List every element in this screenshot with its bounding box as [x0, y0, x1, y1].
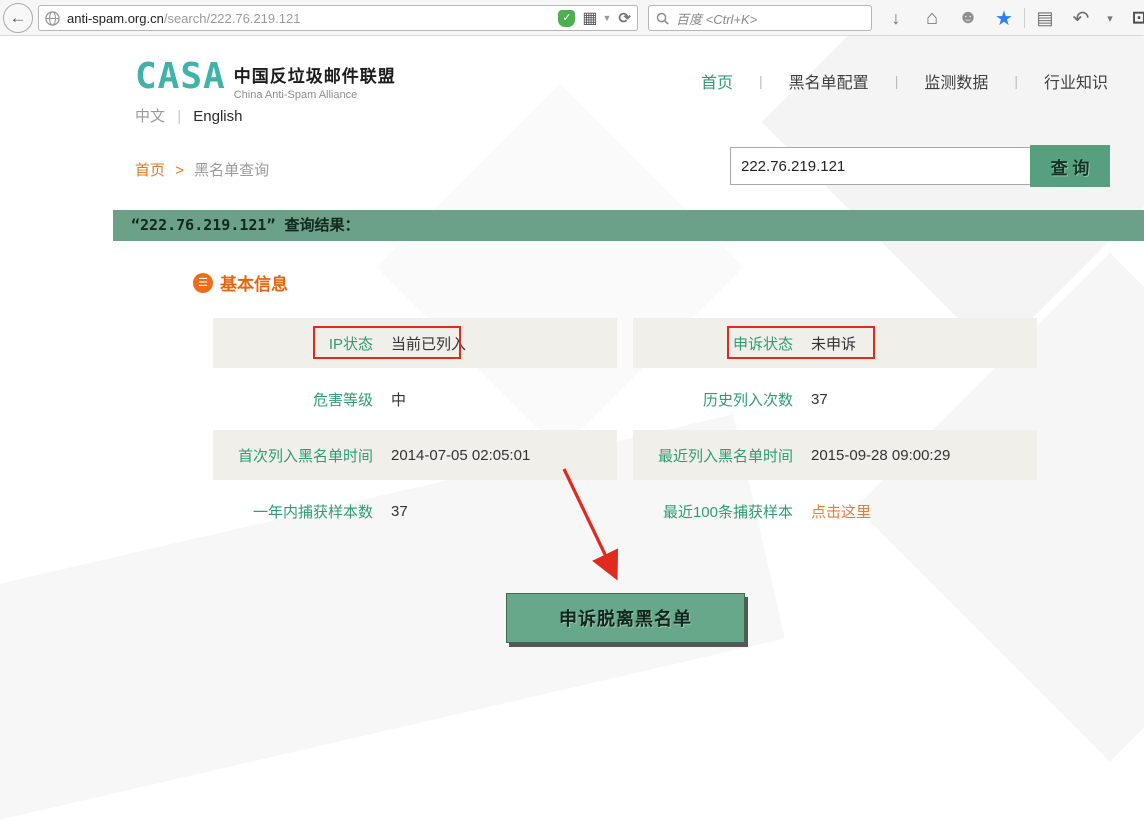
query-button[interactable]: 查 询	[1030, 145, 1110, 187]
info-label: 最近列入黑名单时间	[633, 445, 793, 466]
logo-caption: 中国反垃圾邮件联盟 China Anti-Spam Alliance	[234, 60, 396, 101]
basic-info-header: ☰ 基本信息	[193, 270, 288, 295]
nav-item-home[interactable]: 首页	[701, 69, 733, 93]
clipboard-icon[interactable]: ▤	[1027, 8, 1063, 29]
lang-chinese-link[interactable]: 中文	[135, 108, 165, 125]
language-switch: 中文 | English	[135, 105, 242, 126]
info-value: 2014-07-05 02:05:01	[391, 447, 530, 464]
lang-english-link[interactable]: English	[193, 108, 242, 125]
info-label: 首次列入黑名单时间	[213, 445, 373, 466]
search-icon	[656, 12, 669, 25]
info-value: 37	[811, 391, 828, 408]
info-label: 一年内捕获样本数	[213, 501, 373, 522]
logo-chinese-name: 中国反垃圾邮件联盟	[234, 62, 396, 87]
info-row-latest-100-samples: 最近100条捕获样本 点击这里	[633, 486, 1037, 536]
appeal-remove-blacklist-button[interactable]: 申诉脱离黑名单	[506, 593, 745, 643]
breadcrumb-home-link[interactable]: 首页	[135, 162, 165, 179]
info-value: 中	[391, 389, 406, 410]
info-label: 危害等级	[213, 389, 373, 410]
result-title-bar: “222.76.219.121” 查询结果：	[113, 210, 1144, 241]
chat-icon[interactable]: ☻	[950, 7, 986, 29]
browser-search-box[interactable]: 百度 <Ctrl+K>	[648, 5, 872, 31]
info-value: 37	[391, 503, 408, 520]
url-bar[interactable]: anti-spam.org.cn/search/222.76.219.121 ✓…	[38, 5, 638, 31]
qr-code-icon[interactable]: ▦	[582, 8, 597, 28]
nav-item-industry-knowledge[interactable]: 行业知识	[1044, 69, 1108, 93]
info-label: 最近100条捕获样本	[633, 501, 793, 522]
url-path: /search/222.76.219.121	[164, 11, 301, 26]
toolbar-separator	[1024, 8, 1025, 28]
breadcrumb-current: 黑名单查询	[194, 162, 269, 179]
toolbar-icons: ↓ ⌂ ☻ ★ ▤ ↶ ▾ ⊡	[878, 0, 1144, 36]
adblock-shield-icon[interactable]: ✓	[558, 10, 575, 27]
ip-query-input[interactable]	[730, 147, 1030, 185]
nav-item-blacklist-config[interactable]: 黑名单配置	[789, 69, 869, 93]
page-content: CASA 中国反垃圾邮件联盟 China Anti-Spam Alliance …	[0, 37, 1144, 658]
undo-icon[interactable]: ↶	[1063, 6, 1099, 31]
globe-icon	[45, 11, 60, 26]
back-button[interactable]: ←	[3, 3, 33, 33]
info-row-appeal-status: 申诉状态 未申诉	[633, 318, 1037, 368]
main-nav: 首页 | 黑名单配置 | 监测数据 | 行业知识	[701, 69, 1108, 93]
breadcrumb: 首页 > 黑名单查询	[135, 159, 269, 180]
undo-caret-icon[interactable]: ▾	[1099, 12, 1121, 25]
annotation-red-box	[313, 326, 461, 359]
annotation-red-box	[727, 326, 875, 359]
info-row-danger-level: 危害等级 中	[213, 374, 617, 424]
bookmark-star-icon[interactable]: ★	[986, 6, 1022, 31]
url-text: anti-spam.org.cn/search/222.76.219.121	[67, 11, 552, 26]
info-row-history-count: 历史列入次数 37	[633, 374, 1037, 424]
nav-item-monitor-data[interactable]: 监测数据	[924, 69, 988, 93]
browser-search-placeholder: 百度 <Ctrl+K>	[676, 9, 757, 28]
nav-separator: |	[759, 73, 763, 89]
info-row-ip-status: IP状态 当前已列入	[213, 318, 617, 368]
download-icon[interactable]: ↓	[878, 8, 914, 29]
reload-icon[interactable]: ⟳	[618, 9, 631, 27]
nav-separator: |	[895, 73, 899, 89]
screenshot-crop-icon[interactable]: ⊡	[1121, 8, 1144, 28]
click-here-link[interactable]: 点击这里	[811, 501, 871, 522]
logo-english-name: China Anti-Spam Alliance	[234, 89, 396, 101]
section-title: 基本信息	[220, 270, 288, 295]
info-value: 2015-09-28 09:00:29	[811, 447, 950, 464]
info-column-right: 申诉状态 未申诉 历史列入次数 37 最近列入黑名单时间 2015-09-28 …	[633, 318, 1037, 542]
site-logo[interactable]: CASA 中国反垃圾邮件联盟 China Anti-Spam Alliance	[135, 60, 396, 101]
home-icon[interactable]: ⌂	[914, 7, 950, 30]
breadcrumb-separator: >	[175, 162, 184, 179]
browser-toolbar: ← anti-spam.org.cn/search/222.76.219.121…	[0, 0, 1144, 36]
nav-separator: |	[1014, 73, 1018, 89]
info-label: 历史列入次数	[633, 389, 793, 410]
url-dropdown-icon[interactable]: ▼	[603, 13, 612, 23]
annotation-arrow	[550, 455, 650, 600]
logo-casa-text: CASA	[135, 60, 226, 94]
info-row-latest-listed-time: 最近列入黑名单时间 2015-09-28 09:00:29	[633, 430, 1037, 480]
url-domain: anti-spam.org.cn	[67, 11, 164, 26]
lang-separator: |	[177, 108, 181, 125]
list-icon: ☰	[193, 273, 213, 293]
